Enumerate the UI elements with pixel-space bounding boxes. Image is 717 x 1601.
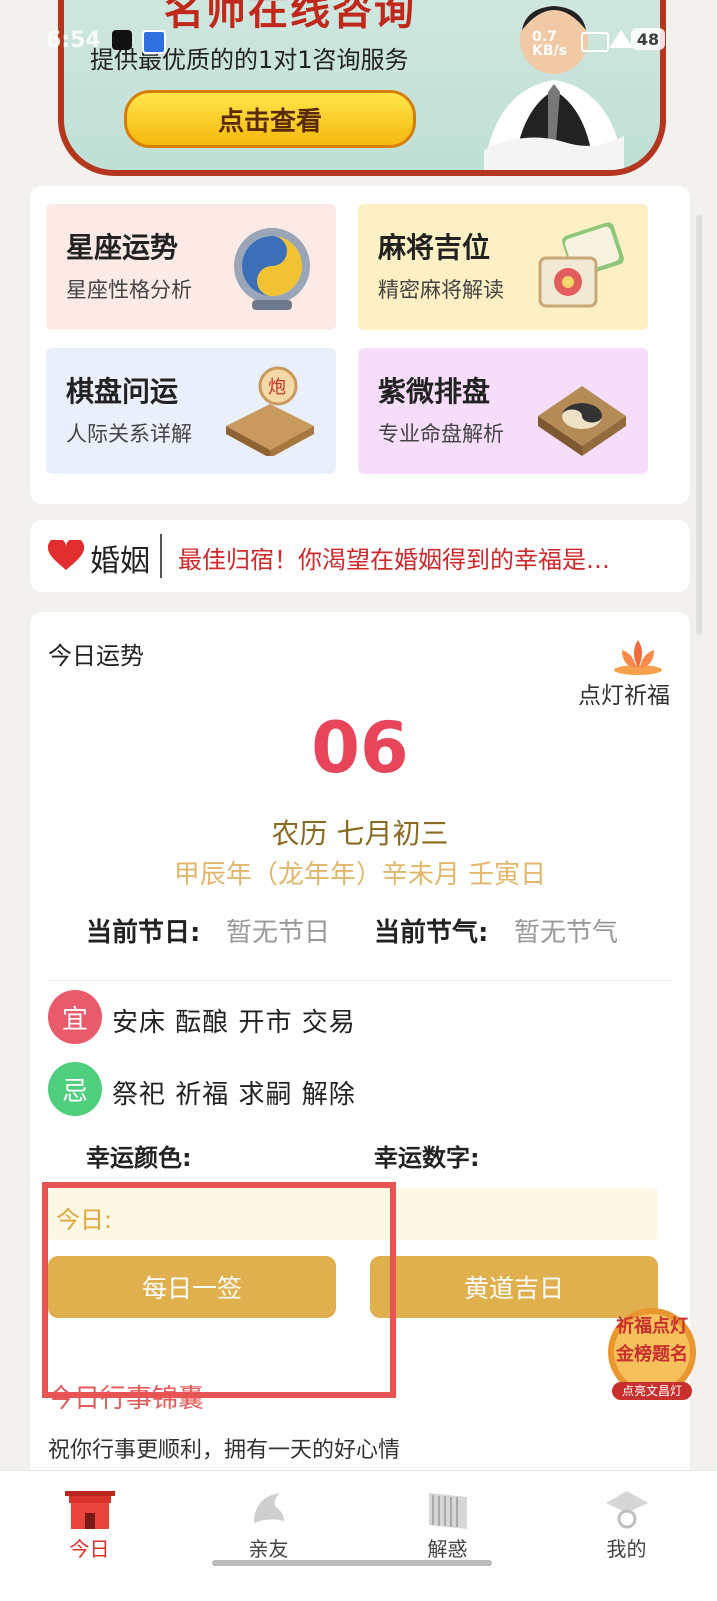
- divider: [160, 534, 162, 578]
- service-title: 麻将吉位: [378, 231, 491, 264]
- lunar-date: 农历 七月初三: [271, 817, 449, 850]
- nav-label: 今日: [69, 1537, 110, 1561]
- scholar-hat-icon: [606, 1491, 648, 1529]
- marriage-label: 婚姻: [90, 544, 150, 579]
- service-mahjong[interactable]: 麻将吉位 精密麻将解读: [358, 204, 648, 330]
- app-notify-icon: [142, 30, 166, 54]
- status-time: 6:54: [46, 28, 101, 53]
- yi-activities: 安床 酝酿 开市 交易: [112, 1008, 356, 1038]
- float-line1: 祈福点灯: [616, 1316, 688, 1337]
- palace-gate-icon: [65, 1491, 115, 1529]
- nfc-icon: [581, 32, 609, 52]
- wifi-icon: [609, 30, 633, 48]
- nav-label: 我的: [606, 1537, 647, 1561]
- dolphin-icon: [254, 1493, 284, 1523]
- divider: [48, 980, 672, 981]
- solar-term-value: 暂无节气: [514, 918, 619, 948]
- battery-icon: 48: [631, 28, 665, 50]
- tiktok-icon: [112, 30, 132, 50]
- scrollbar[interactable]: [696, 215, 702, 635]
- ganzhi-date: 甲辰年（龙年年）辛未月 壬寅日: [173, 860, 547, 890]
- service-ziwei[interactable]: 紫微排盘 专业命盘解析: [358, 348, 648, 474]
- service-subtitle: 星座性格分析: [66, 278, 192, 302]
- marriage-text: 最佳归宿！你渴望在婚姻得到的幸福是…: [178, 546, 610, 574]
- chess-board-icon: 炮: [226, 366, 314, 456]
- nav-label: 亲友: [248, 1537, 289, 1561]
- service-title: 星座运势: [66, 231, 179, 264]
- home-indicator[interactable]: [212, 1560, 492, 1566]
- ji-activities: 祭祀 祈福 求嗣 解除: [112, 1080, 356, 1110]
- lotus-lamp-icon[interactable]: [608, 636, 668, 676]
- highlight-box: [42, 1182, 396, 1398]
- lucky-number-label: 幸运数字:: [374, 1144, 480, 1172]
- heart-icon: [48, 540, 84, 570]
- mahjong-tile-icon: [538, 222, 624, 308]
- advice-subtitle: 祝你行事更顺利，拥有一天的好心情: [48, 1438, 401, 1463]
- festival-value: 暂无节日: [226, 918, 331, 948]
- constellation-globe-icon: [234, 228, 310, 310]
- nav-label: 解惑: [427, 1537, 468, 1561]
- marriage-fortune-bar[interactable]: 婚姻 最佳归宿！你渴望在婚姻得到的幸福是…: [30, 520, 690, 592]
- solar-term-label: 当前节气:: [374, 918, 489, 948]
- nav-answers[interactable]: 解惑: [358, 1471, 537, 1571]
- status-bar: 6:54 0.7 KB/s 48: [0, 26, 717, 60]
- scroll-book-icon: [429, 1493, 467, 1529]
- service-subtitle: 专业命盘解析: [378, 422, 504, 446]
- float-line2: 金榜题名: [616, 1344, 688, 1365]
- service-subtitle: 精密麻将解读: [378, 278, 504, 302]
- nav-friends[interactable]: 亲友: [179, 1471, 358, 1571]
- nav-today[interactable]: 今日: [0, 1471, 179, 1571]
- day-number: 06: [311, 707, 409, 789]
- light-lamp-button[interactable]: 点灯祈福: [578, 676, 670, 710]
- service-chess[interactable]: 棋盘问运 人际关系详解 炮: [46, 348, 336, 474]
- service-title: 棋盘问运: [66, 375, 179, 408]
- festival-label: 当前节日:: [86, 918, 201, 948]
- service-horoscope[interactable]: 星座运势 星座性格分析: [46, 204, 336, 330]
- banner-view-button[interactable]: 点击查看: [124, 90, 416, 148]
- service-subtitle: 人际关系详解: [66, 422, 192, 446]
- wenchang-lamp-float-button[interactable]: 祈福点灯 金榜题名 点亮文昌灯: [604, 1302, 700, 1402]
- section-title: 今日运势: [48, 642, 144, 670]
- yi-badge: 宜: [48, 990, 102, 1044]
- lucky-color-label: 幸运颜色:: [86, 1144, 192, 1172]
- nav-mine[interactable]: 我的: [537, 1471, 716, 1571]
- services-card: 星座运势 星座性格分析 麻将吉位 精密麻将解读 棋盘问运 人际关系详解 炮 紫微…: [30, 186, 690, 504]
- service-title: 紫微排盘: [378, 375, 491, 408]
- bagua-plate-icon: [538, 386, 626, 456]
- bottom-nav: 今日 亲友 解惑 我的: [0, 1470, 717, 1601]
- float-line3: 点亮文昌灯: [621, 1384, 682, 1398]
- net-speed: 0.7 KB/s: [532, 29, 567, 59]
- ji-badge: 忌: [48, 1062, 102, 1116]
- svg-text:炮: 炮: [268, 377, 286, 398]
